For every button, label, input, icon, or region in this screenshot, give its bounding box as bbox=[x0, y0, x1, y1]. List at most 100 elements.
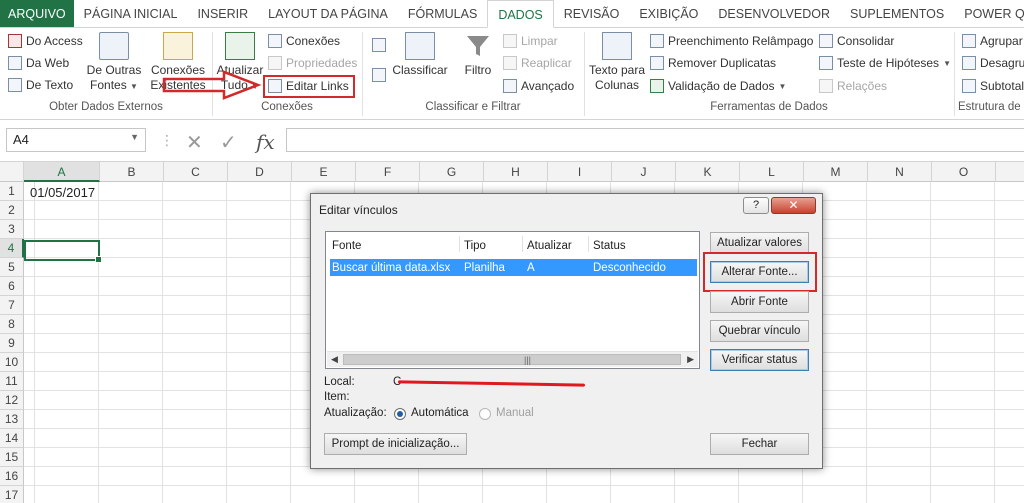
manual-radio-label[interactable]: Manual bbox=[496, 407, 534, 419]
group-button[interactable]: Agrupar bbox=[962, 32, 1023, 50]
close-button[interactable]: Fechar bbox=[710, 433, 809, 455]
column-header-a[interactable]: A bbox=[24, 162, 100, 182]
sort-button[interactable]: Classificar bbox=[392, 32, 448, 78]
open-source-button[interactable]: Abrir Fonte bbox=[710, 291, 809, 313]
column-header-k[interactable]: K bbox=[676, 162, 740, 182]
column-header-p[interactable]: P bbox=[996, 162, 1024, 182]
column-header-d[interactable]: D bbox=[228, 162, 292, 182]
help-icon[interactable]: ? bbox=[743, 197, 769, 214]
row-header-5[interactable]: 5 bbox=[0, 258, 24, 277]
column-header-j[interactable]: J bbox=[612, 162, 676, 182]
scrollbar-thumb[interactable]: ||| bbox=[343, 354, 681, 365]
column-header-b[interactable]: B bbox=[100, 162, 164, 182]
flash-fill-button[interactable]: Preenchimento Relâmpago bbox=[650, 32, 813, 50]
close-icon[interactable]: ✕ bbox=[771, 197, 816, 214]
scroll-right-icon[interactable]: ▶ bbox=[687, 354, 694, 365]
name-box[interactable]: A4 ▼ bbox=[6, 128, 146, 152]
column-header-n[interactable]: N bbox=[868, 162, 932, 182]
column-header-i[interactable]: I bbox=[548, 162, 612, 182]
column-header-fonte[interactable]: Fonte bbox=[332, 240, 361, 252]
from-text-button[interactable]: De Texto bbox=[8, 76, 73, 94]
remove-duplicates-button[interactable]: Remover Duplicatas bbox=[650, 54, 776, 72]
other-sources-button[interactable]: De Outras Fontes ▼ bbox=[86, 32, 142, 94]
row-header-8[interactable]: 8 bbox=[0, 315, 24, 334]
tab-power-query[interactable]: POWER QUERY bbox=[954, 0, 1024, 27]
update-values-button[interactable]: Atualizar valores bbox=[710, 232, 809, 254]
text-to-columns-label-2: Colunas bbox=[594, 78, 640, 92]
ungroup-button[interactable]: Desagru bbox=[962, 54, 1024, 72]
sort-az-button[interactable] bbox=[372, 36, 386, 54]
selected-cell-a4[interactable] bbox=[24, 240, 102, 263]
column-header-m[interactable]: M bbox=[804, 162, 868, 182]
filter-button[interactable]: Filtro bbox=[460, 32, 496, 78]
insert-function-icon[interactable]: fx bbox=[256, 130, 275, 154]
advanced-button[interactable]: Avançado bbox=[503, 77, 574, 95]
automatic-radio[interactable] bbox=[394, 408, 406, 420]
column-header-status[interactable]: Status bbox=[593, 240, 626, 252]
row-header-11[interactable]: 11 bbox=[0, 372, 24, 391]
check-status-button[interactable]: Verificar status bbox=[710, 349, 809, 371]
manual-radio[interactable] bbox=[479, 408, 491, 420]
properties-button[interactable]: Propriedades bbox=[268, 54, 357, 72]
cell-a1[interactable]: 01/05/2017 bbox=[30, 185, 95, 200]
update-mode-label: Atualização: bbox=[324, 407, 387, 419]
tab-desenvolvedor[interactable]: DESENVOLVEDOR bbox=[708, 0, 840, 27]
row-header-3[interactable]: 3 bbox=[0, 220, 24, 239]
subtotal-button[interactable]: Subtotal bbox=[962, 77, 1024, 95]
what-if-button[interactable]: Teste de Hipóteses ▼ bbox=[819, 54, 951, 72]
tab-dados[interactable]: DADOS bbox=[487, 0, 554, 28]
column-header-l[interactable]: L bbox=[740, 162, 804, 182]
cancel-icon[interactable]: ✕ bbox=[186, 130, 203, 155]
row-header-6[interactable]: 6 bbox=[0, 277, 24, 296]
tab-layout-da-pagina[interactable]: LAYOUT DA PÁGINA bbox=[258, 0, 398, 27]
startup-prompt-button[interactable]: Prompt de inicialização... bbox=[324, 433, 467, 455]
from-access-button[interactable]: Do Access bbox=[8, 32, 83, 50]
row-header-14[interactable]: 14 bbox=[0, 429, 24, 448]
automatic-radio-label[interactable]: Automática bbox=[411, 407, 469, 419]
row-header-13[interactable]: 13 bbox=[0, 410, 24, 429]
break-link-button[interactable]: Quebrar vínculo bbox=[710, 320, 809, 342]
column-header-e[interactable]: E bbox=[292, 162, 356, 182]
scroll-left-icon[interactable]: ◀ bbox=[331, 354, 338, 365]
data-validation-button[interactable]: Validação de Dados ▼ bbox=[650, 77, 786, 95]
column-header-tipo[interactable]: Tipo bbox=[464, 240, 486, 252]
row-header-7[interactable]: 7 bbox=[0, 296, 24, 315]
from-web-button[interactable]: Da Web bbox=[8, 54, 69, 72]
row-header-16[interactable]: 16 bbox=[0, 467, 24, 486]
row-header-4[interactable]: 4 bbox=[0, 239, 24, 258]
chevron-down-icon: ▼ bbox=[778, 81, 787, 91]
clear-button[interactable]: Limpar bbox=[503, 32, 558, 50]
row-header-10[interactable]: 10 bbox=[0, 353, 24, 372]
row-header-15[interactable]: 15 bbox=[0, 448, 24, 467]
tab-pagina-inicial[interactable]: PÁGINA INICIAL bbox=[74, 0, 188, 27]
column-header-o[interactable]: O bbox=[932, 162, 996, 182]
tab-arquivo[interactable]: ARQUIVO bbox=[0, 0, 74, 27]
row-header-12[interactable]: 12 bbox=[0, 391, 24, 410]
text-to-columns-button[interactable]: Texto para Colunas bbox=[586, 32, 648, 93]
tab-suplementos[interactable]: SUPLEMENTOS bbox=[840, 0, 954, 27]
reapply-button[interactable]: Reaplicar bbox=[503, 54, 572, 72]
tab-inserir[interactable]: INSERIR bbox=[187, 0, 258, 27]
enter-checkmark-icon[interactable]: ✓ bbox=[220, 130, 237, 155]
links-listbox[interactable]: Fonte Tipo Atualizar Status Buscar últim… bbox=[325, 231, 700, 369]
chevron-down-icon[interactable]: ▼ bbox=[130, 132, 139, 142]
tab-revisao[interactable]: REVISÃO bbox=[554, 0, 630, 27]
tab-formulas[interactable]: FÓRMULAS bbox=[398, 0, 487, 27]
row-header-2[interactable]: 2 bbox=[0, 201, 24, 220]
column-header-atualizar[interactable]: Atualizar bbox=[527, 240, 572, 252]
row-header-1[interactable]: 1 bbox=[0, 182, 24, 201]
consolidate-button[interactable]: Consolidar bbox=[819, 32, 894, 50]
tab-exibicao[interactable]: EXIBIÇÃO bbox=[629, 0, 708, 27]
column-header-c[interactable]: C bbox=[164, 162, 228, 182]
column-header-g[interactable]: G bbox=[420, 162, 484, 182]
horizontal-scrollbar[interactable]: ◀ ||| ▶ bbox=[327, 351, 698, 367]
column-header-f[interactable]: F bbox=[356, 162, 420, 182]
row-header-9[interactable]: 9 bbox=[0, 334, 24, 353]
sort-za-button[interactable] bbox=[372, 66, 386, 84]
row-header-17[interactable]: 17 bbox=[0, 486, 24, 503]
relationships-button[interactable]: Relações bbox=[819, 77, 887, 95]
connections-button[interactable]: Conexões bbox=[268, 32, 340, 50]
select-all-corner[interactable] bbox=[0, 162, 24, 182]
column-header-h[interactable]: H bbox=[484, 162, 548, 182]
formula-input[interactable] bbox=[286, 128, 1024, 152]
